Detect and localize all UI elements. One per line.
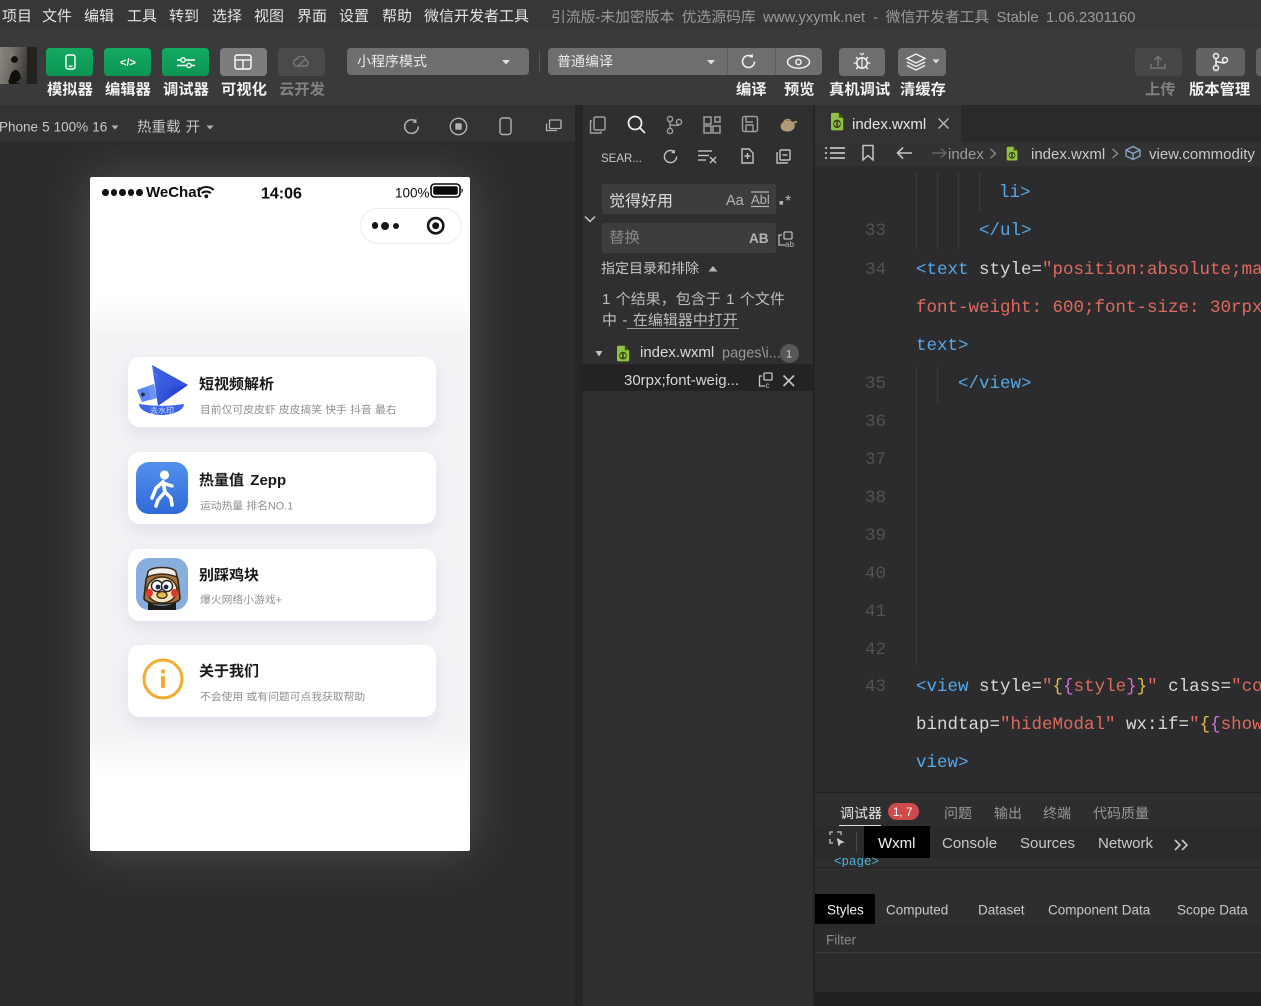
svg-text:Component: Component <box>1048 902 1118 917</box>
svg-text:1,: 1, <box>893 807 903 819</box>
svg-text:Stable: Stable <box>997 10 1039 26</box>
svg-text:Scope: Scope <box>1177 902 1215 917</box>
svg-text:Network: Network <box>1098 835 1154 852</box>
svg-text:WeChat: WeChat <box>146 184 202 201</box>
svg-text:16: 16 <box>92 119 107 134</box>
svg-text:Data: Data <box>1122 902 1151 917</box>
svg-text:7: 7 <box>906 807 912 819</box>
svg-text:14:06: 14:06 <box>261 185 302 202</box>
svg-text:Abl: Abl <box>751 192 770 207</box>
svg-text:Data: Data <box>1219 902 1248 917</box>
svg-text:iPhone: iPhone <box>0 119 38 134</box>
svg-text:+: + <box>275 594 281 606</box>
svg-text:1: 1 <box>786 349 792 361</box>
svg-text:index.wxml: index.wxml <box>640 344 714 361</box>
svg-text:view.commodity: view.commodity <box>1149 146 1255 163</box>
svg-text:</>: </> <box>120 57 136 69</box>
svg-text:Styles: Styles <box>827 902 864 917</box>
svg-text:index.wxml: index.wxml <box>852 116 926 133</box>
svg-text:5: 5 <box>42 119 50 134</box>
svg-text:index: index <box>948 146 984 163</box>
svg-text:1: 1 <box>602 291 610 308</box>
svg-text:-: - <box>873 10 878 26</box>
svg-text:index.wxml: index.wxml <box>1031 146 1105 163</box>
svg-text:ab: ab <box>785 240 794 248</box>
svg-text:1.06.2301160: 1.06.2301160 <box>1046 10 1135 26</box>
svg-text:Filter: Filter <box>826 932 857 947</box>
svg-text:c: c <box>766 381 770 389</box>
svg-text:-: - <box>595 10 600 26</box>
svg-text:Aa: Aa <box>726 193 745 208</box>
svg-text:*: * <box>785 193 791 208</box>
svg-text:100%: 100% <box>395 185 430 200</box>
svg-text:NO.1: NO.1 <box>268 500 293 512</box>
svg-text:30rpx;font-weig...: 30rpx;font-weig... <box>624 372 739 389</box>
svg-text:Sources: Sources <box>1020 835 1075 852</box>
svg-text:pages\i...: pages\i... <box>722 345 781 361</box>
svg-text:SEAR...: SEAR... <box>601 153 642 165</box>
svg-text:Zepp: Zepp <box>250 472 286 489</box>
svg-text:AB: AB <box>749 231 769 245</box>
svg-text:100%: 100% <box>54 119 89 134</box>
svg-text:Computed: Computed <box>886 902 948 917</box>
svg-text:1: 1 <box>726 291 734 308</box>
svg-text:Console: Console <box>942 835 997 852</box>
svg-text:Dataset: Dataset <box>978 902 1025 917</box>
svg-text:www.yxymk.net: www.yxymk.net <box>762 10 865 26</box>
svg-text:Wxml: Wxml <box>878 835 916 852</box>
